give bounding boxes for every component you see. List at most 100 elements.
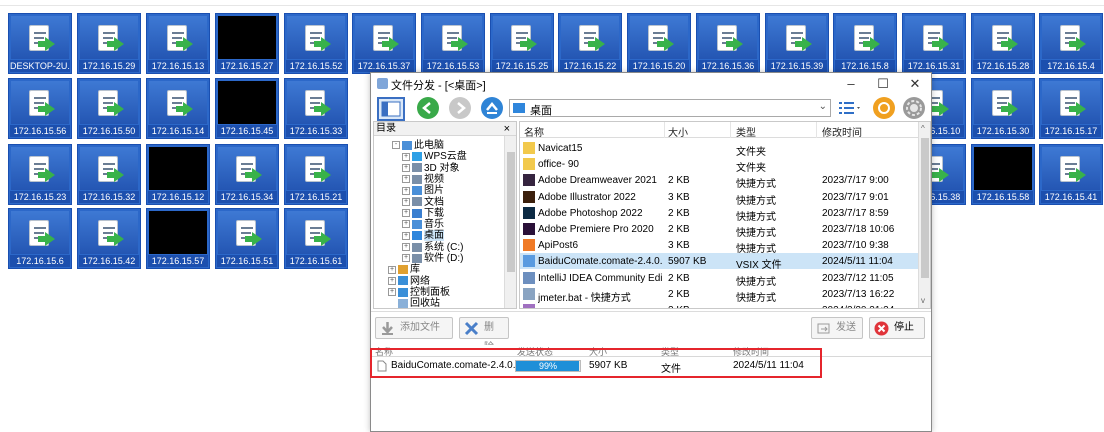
expand-toggle-icon[interactable]: + [388,265,396,274]
computer-tile[interactable]: 172.16.15.20 [627,13,691,74]
computer-tile[interactable]: 172.16.15.50 [77,78,141,139]
computer-tile[interactable]: 172.16.15.52 [284,13,348,74]
computer-tile[interactable]: 172.16.15.4 [1039,13,1103,74]
computer-tile[interactable]: 172.16.15.53 [421,13,485,74]
computer-tile[interactable]: 172.16.15.13 [146,13,210,74]
maximize-button[interactable]: ☐ [869,75,897,93]
computer-tile[interactable]: 172.16.15.22 [558,13,622,74]
view-pane-icon[interactable] [377,97,405,121]
tree-item[interactable]: 回收站 [388,298,440,308]
computer-tile[interactable]: 172.16.15.58 [971,144,1035,205]
dw-file-icon [523,174,535,187]
computer-tile[interactable]: 172.16.15.21 [284,144,348,205]
close-icon[interactable]: × [504,122,510,136]
computer-tile[interactable]: 172.16.15.28 [971,13,1035,74]
file-row[interactable]: Adobe Photoshop 2022 2 KB 快捷方式 2023/7/17 8:… [520,205,920,223]
expand-toggle-icon[interactable]: + [388,276,396,285]
forward-arrow-icon[interactable] [449,97,471,119]
send-button[interactable]: 发送 [811,317,863,339]
tree-item[interactable]: + 库 [388,264,420,275]
expand-toggle-icon[interactable]: + [402,243,410,252]
file-row[interactable]: BaiduComate.comate-2.4.0.v... 5907 KB VSIX… [520,253,920,271]
file-list-scrollbar[interactable]: ^ v [918,122,930,308]
expand-toggle-icon[interactable]: + [402,254,410,263]
document-send-icon [784,23,812,53]
computer-tile[interactable]: 172.16.15.31 [902,13,966,74]
computer-tile[interactable]: 172.16.15.14 [146,78,210,139]
delete-button[interactable]: 删除 [459,317,509,353]
expand-toggle-icon[interactable]: + [388,288,396,297]
tree-item[interactable]: + WPS云盘 [402,151,467,162]
tree-item[interactable]: + 下载 [402,208,444,219]
file-row[interactable]: Adobe Dreamweaver 2021 2 KB 快捷方式 2023/7/17 … [520,172,920,190]
computer-tile[interactable]: 172.16.15.57 [146,208,210,269]
expand-toggle-icon[interactable]: + [402,186,410,195]
file-row[interactable]: office- 90 文件夹 [520,156,920,174]
tree-item[interactable]: +3D 对象 [402,163,460,174]
computer-tile[interactable]: 172.16.15.51 [215,208,279,269]
gear-icon[interactable] [903,97,925,119]
tree-item[interactable]: + 系统 (C:) [402,242,463,253]
computer-tile[interactable]: 172.16.15.56 [8,78,72,139]
file-row[interactable]: Navicat15 文件夹 [520,140,920,158]
expand-toggle-icon[interactable]: + [402,197,410,206]
tree-item[interactable]: + 控制面板 [388,287,450,298]
computer-tile[interactable]: DESKTOP-2U... [8,13,72,74]
refresh-icon[interactable] [873,97,895,119]
expand-toggle-icon[interactable]: + [402,175,410,184]
back-arrow-icon[interactable] [417,97,439,119]
computer-tile[interactable]: 172.16.15.45 [215,78,279,139]
col-mtime[interactable]: 修改时间 [822,124,862,139]
close-button[interactable]: ✕ [901,75,929,93]
computer-tile[interactable]: 172.16.15.39 [765,13,829,74]
expand-toggle-icon[interactable]: + [402,163,410,172]
computer-tile[interactable]: 172.16.15.12 [146,144,210,205]
tree-item[interactable]: + 网络 [388,276,430,287]
file-row[interactable]: ApiPost6 3 KB 快捷方式 2023/7/10 9:38 [520,237,920,255]
file-row[interactable]: jmeter.bat - 快捷方式 2 KB 快捷方式 2023/7/13 16:22 [520,286,920,304]
computer-tile[interactable]: 172.16.15.37 [352,13,416,74]
expand-toggle-icon[interactable]: + [402,220,410,229]
computer-tile[interactable]: 172.16.15.41 [1039,144,1103,205]
view-list-icon[interactable] [837,99,863,117]
tree-scrollbar[interactable] [504,136,516,308]
computer-tile[interactable]: 172.16.15.25 [490,13,554,74]
expand-toggle-icon[interactable]: - [392,141,400,150]
computer-tile[interactable]: 172.16.15.6 [8,208,72,269]
expand-toggle-icon[interactable]: + [402,209,410,218]
stop-button[interactable]: 停止 [869,317,925,339]
computer-tile[interactable]: 172.16.15.30 [971,78,1035,139]
computer-tile[interactable]: 172.16.15.17 [1039,78,1103,139]
tree-item[interactable]: + 桌面 [402,230,444,242]
tree-item[interactable]: + 文档 [402,197,444,208]
expand-toggle-icon[interactable]: + [402,152,410,161]
computer-tile[interactable]: 172.16.15.8 [833,13,897,74]
tree-item[interactable]: + 软件 (D:) [402,253,463,264]
chevron-down-icon[interactable]: ⌄ [819,101,827,112]
col-name[interactable]: 名称 [524,124,544,139]
computer-tile[interactable]: 172.16.15.61 [284,208,348,269]
computer-tile[interactable]: 172.16.15.33 [284,78,348,139]
file-row[interactable]: Adobe Premiere Pro 2020 2 KB 快捷方式 2023/7/18… [520,221,920,239]
col-type[interactable]: 类型 [736,124,756,139]
tree-item[interactable]: + 视频 [402,174,444,185]
col-size[interactable]: 大小 [668,124,688,139]
file-row[interactable]: OCTS.exe - 快捷方式 2 KB 快捷方式 2024/2/20 21:24 [520,302,920,308]
add-file-button[interactable]: 添加文件 [375,317,453,339]
minimize-button[interactable]: – [837,75,865,93]
address-bar[interactable]: 桌面 ⌄ [509,99,831,117]
computer-tile[interactable]: 172.16.15.29 [77,13,141,74]
computer-tile[interactable]: 172.16.15.32 [77,144,141,205]
computer-tile[interactable]: 172.16.15.27 [215,13,279,74]
file-row[interactable]: IntelliJ IDEA Community Editi...2 KB快捷方式… [520,270,920,288]
computer-tile[interactable]: 172.16.15.23 [8,144,72,205]
computer-tile[interactable]: 172.16.15.36 [696,13,760,74]
file-row[interactable]: Adobe Illustrator 2022 3 KB 快捷方式 2023/7/17 … [520,189,920,207]
tree-item[interactable]: + 音乐 [402,219,444,230]
expand-toggle-icon[interactable]: + [402,231,410,240]
up-folder-icon[interactable] [481,97,503,119]
computer-tile[interactable]: 172.16.15.42 [77,208,141,269]
computer-tile[interactable]: 172.16.15.34 [215,144,279,205]
tree-item[interactable]: - 此电脑 [392,140,444,151]
tree-item[interactable]: + 图片 [402,185,444,196]
